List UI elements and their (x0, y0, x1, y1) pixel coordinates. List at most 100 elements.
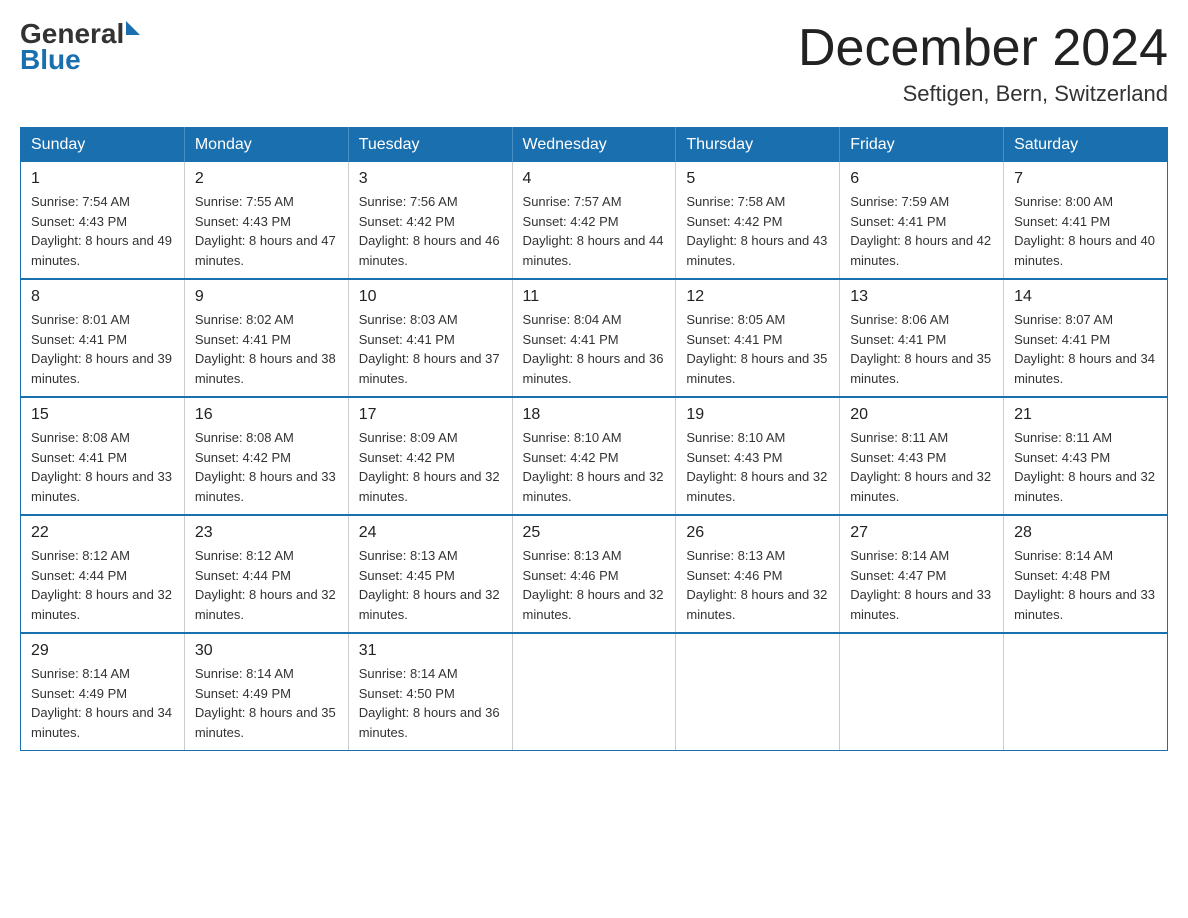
calendar-cell: 8 Sunrise: 8:01 AM Sunset: 4:41 PM Dayli… (21, 279, 185, 397)
day-info: Sunrise: 8:09 AM Sunset: 4:42 PM Dayligh… (359, 428, 502, 506)
calendar-week-row: 15 Sunrise: 8:08 AM Sunset: 4:41 PM Dayl… (21, 397, 1168, 515)
day-info: Sunrise: 8:14 AM Sunset: 4:50 PM Dayligh… (359, 664, 502, 742)
day-number: 20 (850, 406, 993, 424)
calendar-cell: 14 Sunrise: 8:07 AM Sunset: 4:41 PM Dayl… (1004, 279, 1168, 397)
day-info: Sunrise: 8:11 AM Sunset: 4:43 PM Dayligh… (850, 428, 993, 506)
day-number: 30 (195, 642, 338, 660)
calendar-cell: 5 Sunrise: 7:58 AM Sunset: 4:42 PM Dayli… (676, 162, 840, 279)
day-info: Sunrise: 8:03 AM Sunset: 4:41 PM Dayligh… (359, 310, 502, 388)
day-number: 23 (195, 524, 338, 542)
day-number: 27 (850, 524, 993, 542)
calendar-week-row: 22 Sunrise: 8:12 AM Sunset: 4:44 PM Dayl… (21, 515, 1168, 633)
day-info: Sunrise: 8:07 AM Sunset: 4:41 PM Dayligh… (1014, 310, 1157, 388)
day-info: Sunrise: 8:13 AM Sunset: 4:45 PM Dayligh… (359, 546, 502, 624)
weekday-header-row: Sunday Monday Tuesday Wednesday Thursday… (21, 128, 1168, 163)
month-title: December 2024 (798, 20, 1168, 77)
day-number: 25 (523, 524, 666, 542)
day-info: Sunrise: 8:10 AM Sunset: 4:42 PM Dayligh… (523, 428, 666, 506)
day-number: 5 (686, 170, 829, 188)
calendar-cell: 25 Sunrise: 8:13 AM Sunset: 4:46 PM Dayl… (512, 515, 676, 633)
calendar-cell: 19 Sunrise: 8:10 AM Sunset: 4:43 PM Dayl… (676, 397, 840, 515)
day-number: 28 (1014, 524, 1157, 542)
calendar-cell: 26 Sunrise: 8:13 AM Sunset: 4:46 PM Dayl… (676, 515, 840, 633)
calendar-body: 1 Sunrise: 7:54 AM Sunset: 4:43 PM Dayli… (21, 162, 1168, 751)
calendar-cell: 10 Sunrise: 8:03 AM Sunset: 4:41 PM Dayl… (348, 279, 512, 397)
header-friday: Friday (840, 128, 1004, 163)
day-info: Sunrise: 8:13 AM Sunset: 4:46 PM Dayligh… (523, 546, 666, 624)
day-number: 11 (523, 288, 666, 306)
day-info: Sunrise: 8:14 AM Sunset: 4:47 PM Dayligh… (850, 546, 993, 624)
day-number: 3 (359, 170, 502, 188)
header-saturday: Saturday (1004, 128, 1168, 163)
calendar-cell: 16 Sunrise: 8:08 AM Sunset: 4:42 PM Dayl… (184, 397, 348, 515)
day-number: 16 (195, 406, 338, 424)
calendar-cell: 4 Sunrise: 7:57 AM Sunset: 4:42 PM Dayli… (512, 162, 676, 279)
day-number: 26 (686, 524, 829, 542)
calendar-week-row: 1 Sunrise: 7:54 AM Sunset: 4:43 PM Dayli… (21, 162, 1168, 279)
day-info: Sunrise: 8:08 AM Sunset: 4:41 PM Dayligh… (31, 428, 174, 506)
calendar-cell (512, 633, 676, 751)
calendar-cell: 3 Sunrise: 7:56 AM Sunset: 4:42 PM Dayli… (348, 162, 512, 279)
day-number: 7 (1014, 170, 1157, 188)
day-info: Sunrise: 8:14 AM Sunset: 4:49 PM Dayligh… (31, 664, 174, 742)
calendar-cell: 29 Sunrise: 8:14 AM Sunset: 4:49 PM Dayl… (21, 633, 185, 751)
day-number: 6 (850, 170, 993, 188)
calendar-cell: 2 Sunrise: 7:55 AM Sunset: 4:43 PM Dayli… (184, 162, 348, 279)
day-info: Sunrise: 8:06 AM Sunset: 4:41 PM Dayligh… (850, 310, 993, 388)
day-info: Sunrise: 8:00 AM Sunset: 4:41 PM Dayligh… (1014, 192, 1157, 270)
day-number: 9 (195, 288, 338, 306)
day-number: 21 (1014, 406, 1157, 424)
logo: General Blue (20, 20, 140, 76)
day-number: 2 (195, 170, 338, 188)
day-number: 31 (359, 642, 502, 660)
calendar-cell: 27 Sunrise: 8:14 AM Sunset: 4:47 PM Dayl… (840, 515, 1004, 633)
calendar-cell: 21 Sunrise: 8:11 AM Sunset: 4:43 PM Dayl… (1004, 397, 1168, 515)
day-number: 22 (31, 524, 174, 542)
calendar-cell: 1 Sunrise: 7:54 AM Sunset: 4:43 PM Dayli… (21, 162, 185, 279)
day-number: 19 (686, 406, 829, 424)
header-monday: Monday (184, 128, 348, 163)
calendar-cell: 6 Sunrise: 7:59 AM Sunset: 4:41 PM Dayli… (840, 162, 1004, 279)
header-tuesday: Tuesday (348, 128, 512, 163)
calendar-cell: 22 Sunrise: 8:12 AM Sunset: 4:44 PM Dayl… (21, 515, 185, 633)
calendar-header: Sunday Monday Tuesday Wednesday Thursday… (21, 128, 1168, 163)
day-number: 24 (359, 524, 502, 542)
day-info: Sunrise: 8:05 AM Sunset: 4:41 PM Dayligh… (686, 310, 829, 388)
calendar-cell: 24 Sunrise: 8:13 AM Sunset: 4:45 PM Dayl… (348, 515, 512, 633)
calendar-cell: 17 Sunrise: 8:09 AM Sunset: 4:42 PM Dayl… (348, 397, 512, 515)
day-number: 13 (850, 288, 993, 306)
calendar-cell: 30 Sunrise: 8:14 AM Sunset: 4:49 PM Dayl… (184, 633, 348, 751)
day-info: Sunrise: 8:12 AM Sunset: 4:44 PM Dayligh… (195, 546, 338, 624)
calendar-week-row: 8 Sunrise: 8:01 AM Sunset: 4:41 PM Dayli… (21, 279, 1168, 397)
day-number: 10 (359, 288, 502, 306)
day-info: Sunrise: 8:13 AM Sunset: 4:46 PM Dayligh… (686, 546, 829, 624)
day-number: 1 (31, 170, 174, 188)
day-info: Sunrise: 8:12 AM Sunset: 4:44 PM Dayligh… (31, 546, 174, 624)
day-info: Sunrise: 8:01 AM Sunset: 4:41 PM Dayligh… (31, 310, 174, 388)
day-number: 14 (1014, 288, 1157, 306)
header-wednesday: Wednesday (512, 128, 676, 163)
calendar-cell: 7 Sunrise: 8:00 AM Sunset: 4:41 PM Dayli… (1004, 162, 1168, 279)
day-info: Sunrise: 7:55 AM Sunset: 4:43 PM Dayligh… (195, 192, 338, 270)
calendar-cell: 11 Sunrise: 8:04 AM Sunset: 4:41 PM Dayl… (512, 279, 676, 397)
day-number: 15 (31, 406, 174, 424)
day-info: Sunrise: 8:04 AM Sunset: 4:41 PM Dayligh… (523, 310, 666, 388)
day-info: Sunrise: 8:11 AM Sunset: 4:43 PM Dayligh… (1014, 428, 1157, 506)
day-info: Sunrise: 7:59 AM Sunset: 4:41 PM Dayligh… (850, 192, 993, 270)
calendar-table: Sunday Monday Tuesday Wednesday Thursday… (20, 127, 1168, 751)
day-info: Sunrise: 7:54 AM Sunset: 4:43 PM Dayligh… (31, 192, 174, 270)
calendar-cell: 20 Sunrise: 8:11 AM Sunset: 4:43 PM Dayl… (840, 397, 1004, 515)
calendar-cell (676, 633, 840, 751)
day-number: 18 (523, 406, 666, 424)
title-section: December 2024 Seftigen, Bern, Switzerlan… (798, 20, 1168, 107)
calendar-cell: 9 Sunrise: 8:02 AM Sunset: 4:41 PM Dayli… (184, 279, 348, 397)
day-number: 29 (31, 642, 174, 660)
header-sunday: Sunday (21, 128, 185, 163)
calendar-cell: 31 Sunrise: 8:14 AM Sunset: 4:50 PM Dayl… (348, 633, 512, 751)
calendar-cell: 15 Sunrise: 8:08 AM Sunset: 4:41 PM Dayl… (21, 397, 185, 515)
location: Seftigen, Bern, Switzerland (798, 81, 1168, 107)
day-info: Sunrise: 7:56 AM Sunset: 4:42 PM Dayligh… (359, 192, 502, 270)
calendar-cell (1004, 633, 1168, 751)
logo-triangle-icon (126, 21, 140, 35)
day-info: Sunrise: 8:14 AM Sunset: 4:49 PM Dayligh… (195, 664, 338, 742)
